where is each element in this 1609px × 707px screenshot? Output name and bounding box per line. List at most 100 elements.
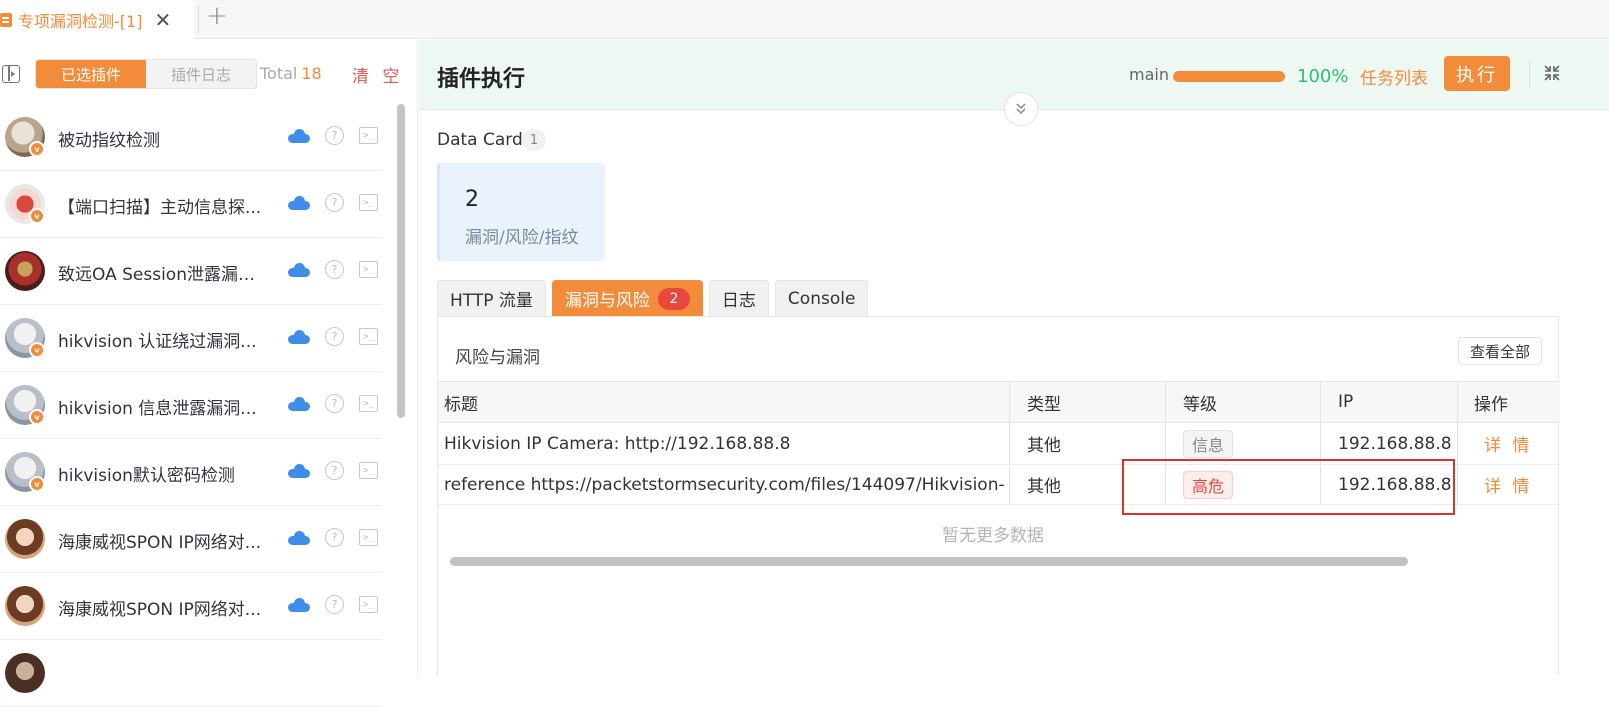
tab-label: 漏洞与风险	[564, 291, 650, 311]
help-icon[interactable]: ?	[325, 126, 344, 145]
column-header-title[interactable]: 标题	[444, 382, 1004, 422]
avatar	[5, 653, 45, 693]
tab-strip: 专项漏洞检测-[1] ✕ +	[0, 0, 1609, 39]
highlight-annotation	[1122, 459, 1455, 515]
run-button[interactable]: 执行	[1444, 56, 1510, 91]
table-header: 标题 类型 等级 IP 操作	[438, 381, 1560, 423]
plugin-name: 海康威视SPON IP网络对...	[58, 533, 262, 553]
total-number: 18	[301, 64, 322, 83]
plugin-sidebar: 已选插件 插件日志 Total 18 清 空 v 被动指纹检测 ? >_ v 【端…	[0, 40, 418, 707]
branch-label: main	[1129, 65, 1169, 84]
shield-badge-icon: v	[29, 141, 45, 157]
count-badge: 2	[657, 287, 690, 310]
cloud-icon[interactable]	[288, 463, 310, 478]
clear-button[interactable]: 清 空	[352, 62, 403, 87]
cloud-icon[interactable]	[288, 530, 310, 545]
terminal-icon[interactable]: >_	[359, 596, 378, 613]
plugin-name: 海康威视SPON IP网络对...	[58, 600, 262, 620]
shield-badge-icon: v	[29, 342, 45, 358]
sidebar-scrollbar[interactable]	[397, 104, 405, 418]
tab-vuln-detection[interactable]: 专项漏洞检测-[1] ✕	[0, 0, 194, 39]
detail-link[interactable]: 详 情	[1484, 472, 1532, 497]
view-all-button[interactable]: 查看全部	[1458, 337, 1542, 365]
plugin-item[interactable]: 致远OA Session泄露漏洞... ? >_	[0, 238, 382, 305]
plugin-name: hikvision默认密码检测	[58, 466, 235, 486]
tab-label: 日志	[721, 291, 756, 311]
plugin-item[interactable]: v 被动指纹检测 ? >_	[0, 104, 382, 171]
cell-type: 其他	[1027, 436, 1061, 456]
plugin-log-tab[interactable]: 插件日志	[146, 60, 256, 88]
plugin-item[interactable]: v hikvision 信息泄露漏洞... ? >_	[0, 372, 382, 439]
tab-label: HTTP 流量	[450, 291, 533, 311]
plugin-segment-control: 已选插件 插件日志	[35, 59, 257, 89]
tab-label: Console	[787, 288, 856, 309]
plugin-item[interactable]: 海康威视SPON IP网络对... ? >_	[0, 506, 382, 573]
column-header-type[interactable]: 类型	[1027, 382, 1167, 422]
plugin-item[interactable]: v hikvision 认证绕过漏洞... ? >_	[0, 305, 382, 372]
plugin-list: v 被动指纹检测 ? >_ v 【端口扫描】主动信息探... ? >_ 致远OA…	[0, 104, 382, 707]
plugin-name: 致远OA Session泄露漏洞...	[58, 265, 268, 285]
cloud-icon[interactable]	[288, 128, 310, 143]
sidebar-header: 已选插件 插件日志 Total 18 清 空	[0, 40, 418, 104]
document-icon	[0, 12, 12, 27]
help-icon[interactable]: ?	[325, 260, 344, 279]
terminal-icon[interactable]: >_	[359, 261, 378, 278]
tab-http-traffic[interactable]: HTTP 流量	[437, 280, 546, 316]
help-icon[interactable]: ?	[325, 595, 344, 614]
cell-title: Hikvision IP Camera: http://192.168.88.8	[444, 433, 791, 454]
detail-link[interactable]: 详 情	[1484, 431, 1532, 456]
sidebar-toggle-icon[interactable]	[2, 65, 20, 83]
column-header-level[interactable]: 等级	[1183, 382, 1323, 422]
divider	[198, 5, 199, 33]
plugin-name: 被动指纹检测	[58, 131, 160, 151]
help-icon[interactable]: ?	[325, 528, 344, 547]
terminal-icon[interactable]: >_	[359, 462, 378, 479]
terminal-icon[interactable]: >_	[359, 395, 378, 412]
tab-vulnerabilities[interactable]: 漏洞与风险 2	[551, 280, 703, 316]
selected-plugins-tab[interactable]: 已选插件	[36, 60, 146, 88]
shield-badge-icon: v	[29, 208, 45, 224]
data-card-title: Data Card	[437, 130, 523, 150]
table-horizontal-scrollbar[interactable]	[450, 557, 1408, 566]
terminal-icon[interactable]: >_	[359, 529, 378, 546]
data-card-count: 1	[522, 129, 546, 151]
help-icon[interactable]: ?	[325, 327, 344, 346]
main-panel: 插件执行 main 100% 任务列表 执行 Data Card 1 2 漏洞/…	[419, 40, 1609, 676]
progress-percent: 100%	[1297, 66, 1349, 87]
tab-log[interactable]: 日志	[708, 280, 769, 316]
column-header-ip[interactable]: IP	[1338, 382, 1468, 422]
help-icon[interactable]: ?	[325, 461, 344, 480]
help-icon[interactable]: ?	[325, 193, 344, 212]
terminal-icon[interactable]: >_	[359, 127, 378, 144]
plugin-item[interactable]	[0, 640, 382, 707]
cloud-icon[interactable]	[288, 597, 310, 612]
help-icon[interactable]: ?	[325, 394, 344, 413]
empty-hint: 暂无更多数据	[942, 526, 1044, 546]
plugin-item[interactable]: 海康威视SPON IP网络对... ? >_	[0, 573, 382, 640]
task-list-link[interactable]: 任务列表	[1360, 64, 1428, 89]
terminal-icon[interactable]: >_	[359, 194, 378, 211]
progress-fill	[1173, 71, 1285, 82]
plugin-item[interactable]: v 【端口扫描】主动信息探... ? >_	[0, 171, 382, 238]
cloud-icon[interactable]	[288, 329, 310, 344]
cloud-icon[interactable]	[288, 195, 310, 210]
plugin-name: hikvision 认证绕过漏洞...	[58, 332, 257, 352]
stat-card[interactable]: 2 漏洞/风险/指纹	[437, 163, 605, 261]
cloud-icon[interactable]	[288, 262, 310, 277]
chevron-double-down-icon[interactable]	[1004, 92, 1038, 126]
terminal-icon[interactable]: >_	[359, 328, 378, 345]
plugin-item[interactable]: v hikvision默认密码检测 ? >_	[0, 439, 382, 506]
plugin-name: 【端口扫描】主动信息探...	[58, 198, 262, 218]
avatar	[5, 586, 45, 626]
panel-title: 风险与漏洞	[455, 348, 540, 368]
plus-icon[interactable]: +	[206, 3, 228, 29]
stat-value: 2	[465, 187, 479, 212]
collapse-icon[interactable]	[1543, 64, 1561, 82]
avatar	[5, 251, 45, 291]
column-header-action: 操作	[1474, 394, 1508, 415]
shield-badge-icon: v	[29, 476, 45, 492]
tab-console[interactable]: Console	[774, 280, 869, 316]
cell-title: reference https://packetstormsecurity.co…	[444, 474, 1004, 495]
close-icon[interactable]: ✕	[154, 10, 171, 30]
cloud-icon[interactable]	[288, 396, 310, 411]
